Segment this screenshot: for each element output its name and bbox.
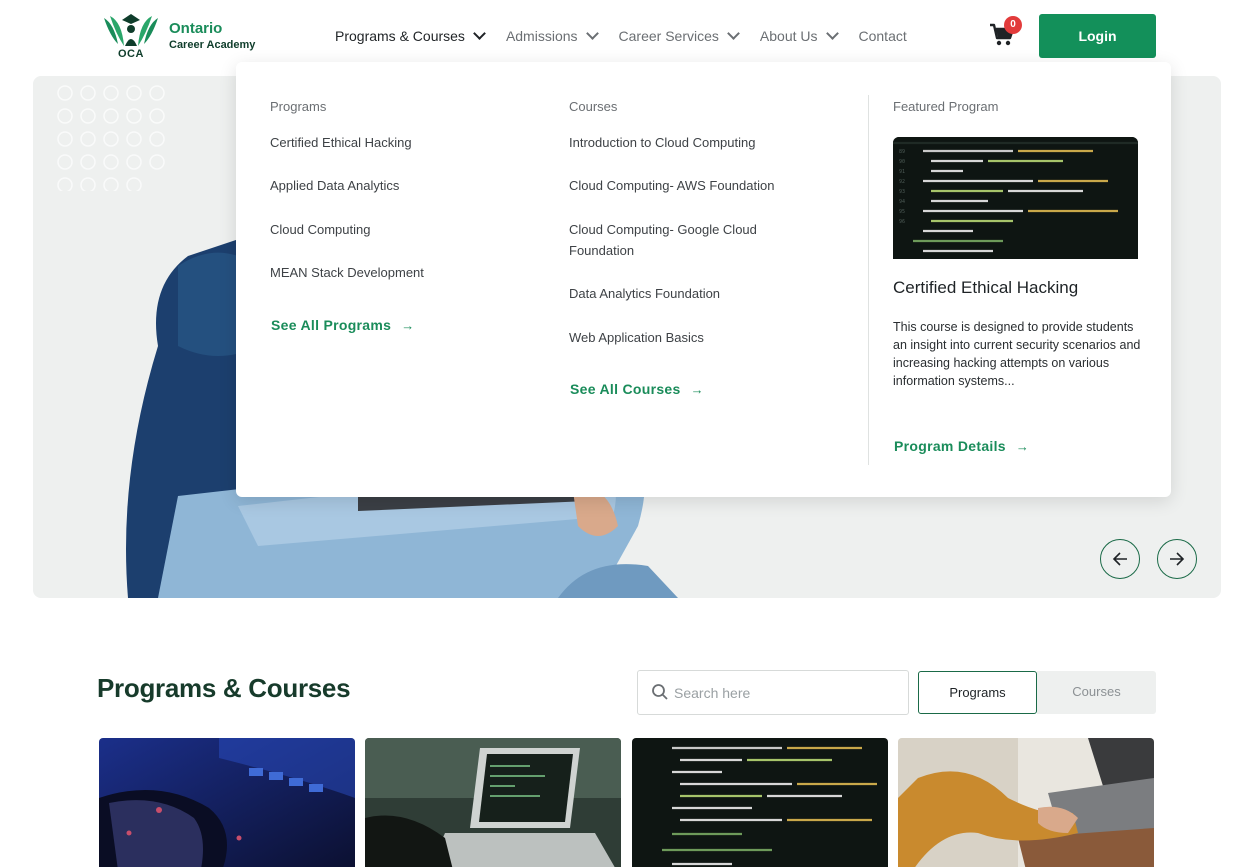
menu-link-course[interactable]: Cloud Computing- Google Cloud Foundation [569,219,799,261]
program-details-label: Program Details [894,438,1006,454]
menu-link-course[interactable]: Web Application Basics [569,327,704,348]
see-all-courses-link[interactable]: See All Courses → [570,381,704,397]
svg-text:91: 91 [899,169,905,175]
svg-text:95: 95 [899,209,905,215]
nav-career-services[interactable]: Career Services [618,27,740,44]
arrow-right-icon: → [690,381,704,397]
nav-label: Career Services [618,28,719,44]
nav-label: Programs & Courses [335,28,465,44]
svg-text:90: 90 [899,159,905,165]
logo-name: Ontario [169,20,223,37]
svg-text:89: 89 [899,149,905,155]
programs-mega-menu: Programs Certified Ethical Hacking Appli… [236,62,1171,497]
chevron-down-icon [825,27,839,40]
nav-programs-courses[interactable]: Programs & Courses [335,27,486,44]
search-box [637,670,909,715]
logo-subtitle: Career Academy [169,39,256,51]
menu-link-program[interactable]: MEAN Stack Development [270,262,424,283]
program-details-link[interactable]: Program Details → [894,438,1029,454]
card-code-image [632,738,888,867]
nav-label: Contact [858,28,907,44]
program-card[interactable] [632,738,888,867]
search-icon [652,684,668,700]
logo-abbr: OCA [118,48,144,60]
chevron-down-icon [473,27,486,40]
program-card[interactable] [99,738,355,867]
svg-text:96: 96 [899,219,905,225]
menu-link-program[interactable]: Cloud Computing [270,219,370,240]
main-nav: Programs & Courses Admissions Career Ser… [335,24,929,48]
hero-next-button[interactable] [1157,539,1197,579]
svg-text:92: 92 [899,179,905,185]
decorative-dots [57,85,165,191]
nav-label: About Us [759,28,818,44]
menu-link-program[interactable]: Certified Ethical Hacking [270,132,412,153]
see-all-programs-label: See All Programs [271,317,392,333]
see-all-programs-link[interactable]: See All Programs → [271,317,415,333]
nav-contact[interactable]: Contact [859,28,907,44]
programs-heading: Programs [270,99,327,114]
featured-program-image[interactable]: 89 90 91 92 93 94 95 96 [893,137,1138,259]
courses-heading: Courses [569,99,618,114]
section-title: Programs & Courses [97,673,351,703]
chevron-down-icon [585,27,599,40]
nav-label: Admissions [505,28,578,44]
arrow-right-icon: → [401,317,415,333]
site-logo[interactable]: OCA Ontario Career Academy [100,10,270,62]
code-screen-image: 89 90 91 92 93 94 95 96 [893,137,1138,259]
program-card[interactable] [898,738,1154,867]
login-button[interactable]: Login [1039,14,1156,58]
cart-count-badge: 0 [1004,16,1022,34]
menu-link-course[interactable]: Data Analytics Foundation [569,283,720,304]
menu-link-program[interactable]: Applied Data Analytics [270,175,399,196]
featured-heading: Featured Program [893,99,999,114]
menu-link-course[interactable]: Cloud Computing- AWS Foundation [569,175,774,196]
hero-prev-button[interactable] [1100,539,1140,579]
svg-text:94: 94 [899,199,905,205]
tab-programs[interactable]: Programs [918,671,1037,714]
tab-courses[interactable]: Courses [1037,671,1156,714]
arrow-left-icon [1112,552,1127,566]
arrow-right-icon [1170,552,1185,566]
search-input[interactable] [674,679,894,707]
program-card[interactable] [365,738,621,867]
nav-admissions[interactable]: Admissions [505,27,599,44]
page: OCA Ontario Career Academy Programs & Co… [0,0,1242,867]
chevron-down-icon [727,27,740,40]
menu-link-course[interactable]: Introduction to Cloud Computing [569,132,755,153]
card-typing-image [898,738,1154,867]
arrow-right-icon: → [1015,438,1030,454]
card-laptop-image [365,738,621,867]
featured-program-title[interactable]: Certified Ethical Hacking [893,278,1078,298]
column-divider [868,95,869,465]
card-keyboard-image [99,738,355,867]
nav-about-us[interactable]: About Us [759,27,839,44]
see-all-courses-label: See All Courses [570,381,681,397]
svg-text:93: 93 [899,189,905,195]
featured-program-description: This course is designed to provide stude… [893,320,1141,388]
site-header: OCA Ontario Career Academy Programs & Co… [0,0,1242,70]
